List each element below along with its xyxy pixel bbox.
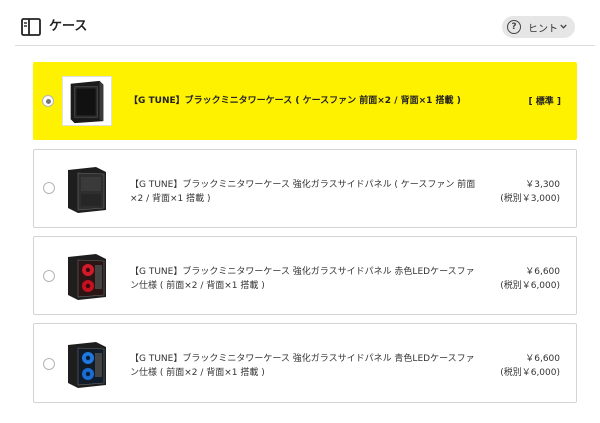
header-divider	[15, 45, 595, 46]
hint-button[interactable]: ? ヒント	[502, 16, 575, 38]
option-card[interactable]: 【G TUNE】ブラックミニタワーケース 強化ガラスサイドパネル ( ケースファ…	[33, 149, 577, 228]
price-block: ￥6,600 (税別￥6,000)	[500, 352, 560, 380]
option-card[interactable]: 【G TUNE】ブラックミニタワーケース 強化ガラスサイドパネル 青色LEDケー…	[33, 323, 577, 403]
price: ￥6,600	[525, 267, 560, 277]
option-card-standard[interactable]: 【G TUNE】ブラックミニタワーケース ( ケースファン 前面×2 / 背面×…	[33, 62, 577, 140]
pc-case-image	[62, 251, 112, 301]
option-name-line: ン仕様 ( 前面×2 / 背面×1 搭載 )	[130, 368, 265, 378]
option-name: 【G TUNE】ブラックミニタワーケース 強化ガラスサイドパネル 赤色LEDケー…	[130, 265, 475, 293]
radio-button[interactable]	[43, 270, 55, 282]
book-panel-icon	[21, 18, 41, 36]
chevron-down-icon	[560, 24, 567, 29]
radio-button[interactable]	[42, 95, 54, 107]
option-name: 【G TUNE】ブラックミニタワーケース 強化ガラスサイドパネル 青色LEDケー…	[130, 352, 475, 380]
standard-tag: [ 標準 ]	[528, 97, 562, 107]
price: ￥6,600	[525, 354, 560, 364]
hint-label: ヒント	[528, 23, 558, 35]
section-header: ケース ? ヒント	[0, 0, 600, 46]
radio-button[interactable]	[43, 358, 55, 370]
pc-case-image	[62, 76, 112, 126]
option-name: 【G TUNE】ブラックミニタワーケース ( ケースファン 前面×2 / 背面×…	[129, 96, 461, 106]
option-name-line: 【G TUNE】ブラックミニタワーケース 強化ガラスサイドパネル ( ケースファ…	[130, 180, 476, 190]
price-ex-tax: (税別￥6,000)	[500, 368, 560, 378]
option-name-line: ン仕様 ( 前面×2 / 背面×1 搭載 )	[130, 281, 265, 291]
option-card[interactable]: 【G TUNE】ブラックミニタワーケース 強化ガラスサイドパネル 赤色LEDケー…	[33, 236, 577, 315]
question-circle-icon: ?	[507, 20, 521, 34]
radio-button[interactable]	[43, 182, 55, 194]
pc-case-image	[62, 164, 112, 214]
price-ex-tax: (税別￥3,000)	[500, 194, 560, 204]
price-block: ￥6,600 (税別￥6,000)	[500, 265, 560, 293]
option-name-line: 【G TUNE】ブラックミニタワーケース 強化ガラスサイドパネル 赤色LEDケー…	[130, 267, 475, 277]
section-title: ケース	[49, 19, 88, 34]
price: ￥3,300	[525, 180, 560, 190]
price-ex-tax: (税別￥6,000)	[500, 281, 560, 291]
option-name: 【G TUNE】ブラックミニタワーケース 強化ガラスサイドパネル ( ケースファ…	[130, 178, 475, 206]
option-name-line: ×2 / 背面×1 搭載 )	[130, 194, 211, 204]
option-name-line: 【G TUNE】ブラックミニタワーケース 強化ガラスサイドパネル 青色LEDケー…	[130, 354, 475, 364]
price-block: ￥3,300 (税別￥3,000)	[500, 178, 560, 206]
pc-case-image	[62, 339, 112, 389]
